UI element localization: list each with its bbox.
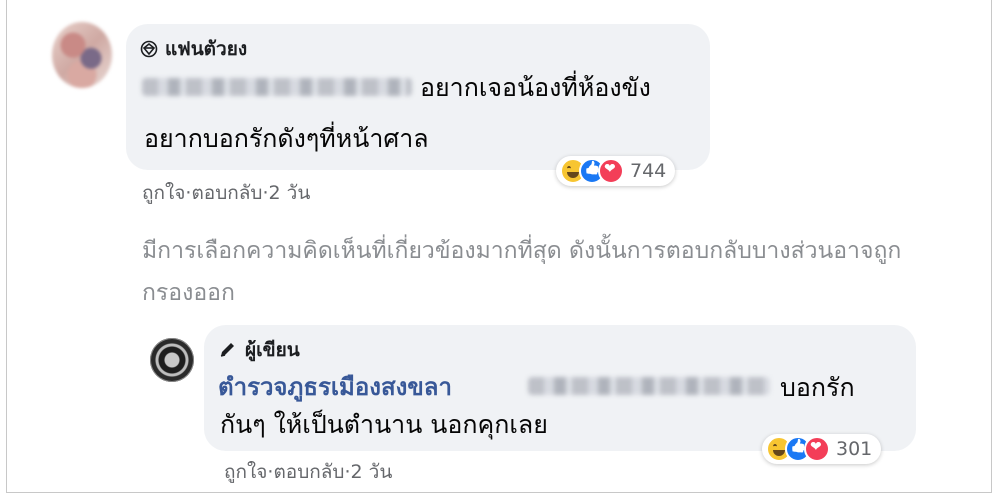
reaction-count: 744: [630, 160, 667, 182]
reply-text-line-2: กันๆ ให้เป็นตำนาน นอกคุกเลย: [220, 410, 548, 439]
reaction-summary[interactable]: 744: [556, 156, 676, 186]
author-badge[interactable]: ผู้เขียน: [218, 335, 300, 365]
reaction-summary[interactable]: 301: [762, 434, 882, 464]
reply-actions: ถูกใจ · ตอบกลับ · 2 วัน: [224, 457, 392, 487]
badge-label: ผู้เขียน: [245, 339, 300, 361]
blurred-tagged-name: [142, 78, 412, 96]
love-reaction-icon: [598, 158, 624, 184]
blurred-tagged-name: [528, 377, 770, 395]
badge-label: แฟนตัวยง: [165, 38, 248, 60]
reply-link[interactable]: ตอบกลับ: [191, 178, 262, 208]
pencil-icon: [220, 343, 234, 357]
love-reaction-icon: [804, 436, 830, 462]
reply-author-name[interactable]: ตำรวจภูธรเมืองสงขลา: [218, 367, 452, 406]
top-fan-badge[interactable]: แฟนตัวยง: [140, 34, 247, 64]
commenter-avatar[interactable]: [52, 22, 112, 88]
reply-text-line-1: บอกรัก: [780, 373, 855, 402]
reaction-count: 301: [836, 438, 873, 460]
filter-notice: มีการเลือกความคิดเห็นที่เกี่ยวข้องมากที่…: [142, 238, 902, 306]
like-link[interactable]: ถูกใจ: [142, 178, 185, 208]
diamond-icon: [140, 40, 158, 58]
comment-actions: ถูกใจ · ตอบกลับ · 2 วัน: [142, 178, 310, 208]
comment-text-line-2: อยากบอกรักดังๆที่หน้าศาล: [144, 124, 429, 153]
timestamp[interactable]: 2 วัน: [269, 178, 311, 208]
comment-text-line-1: อยากเจอน้องที่ห้องขัง: [420, 73, 651, 102]
reply-link[interactable]: ตอบกลับ: [273, 457, 344, 487]
timestamp[interactable]: 2 วัน: [351, 457, 393, 487]
like-link[interactable]: ถูกใจ: [224, 457, 267, 487]
author-avatar[interactable]: [150, 338, 194, 382]
